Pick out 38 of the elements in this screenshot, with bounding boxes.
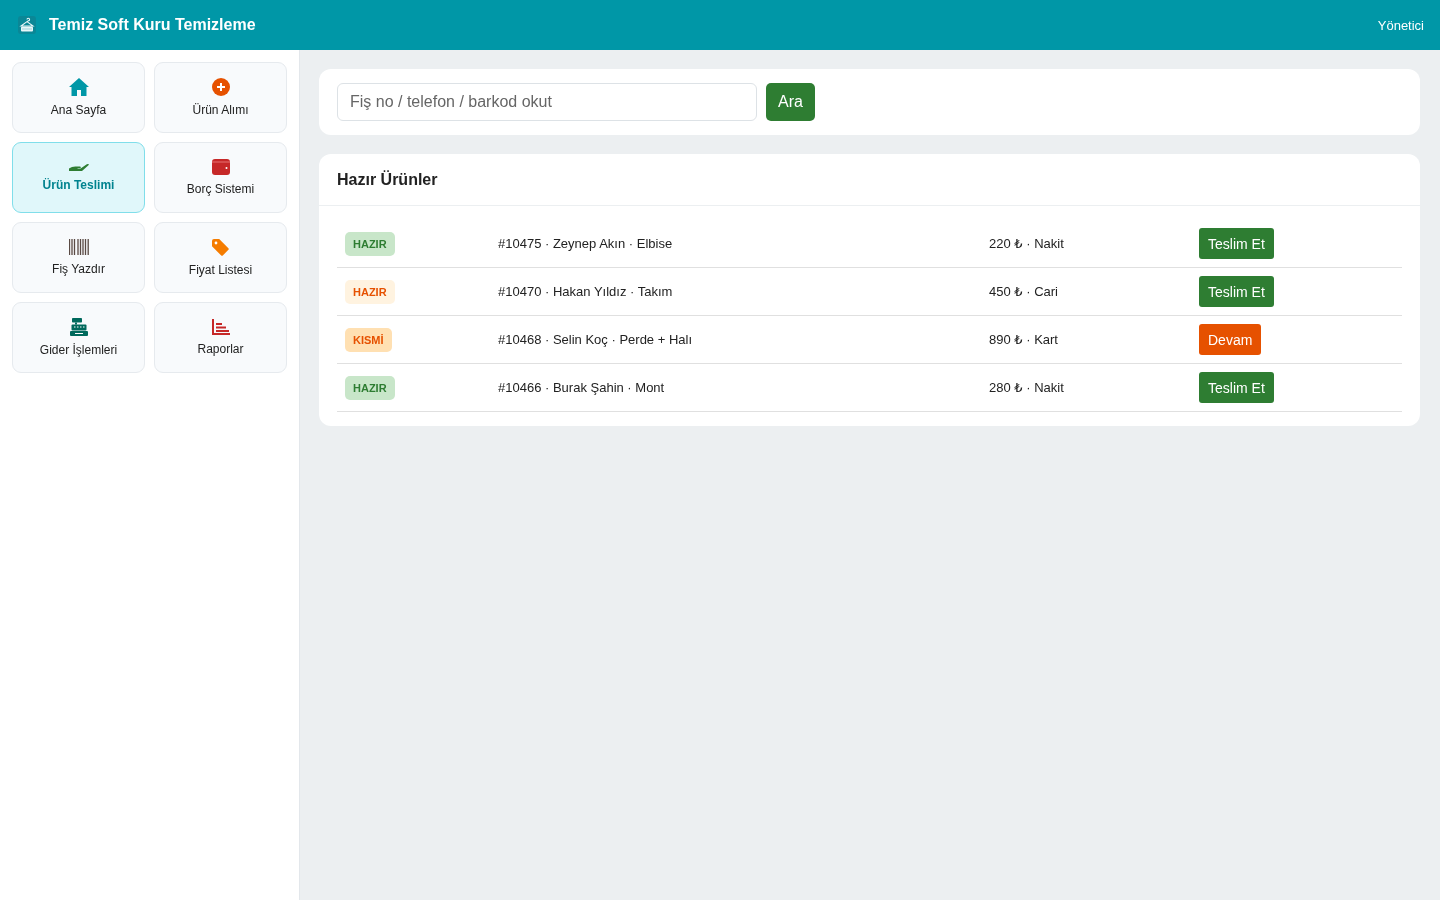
nav-tile[interactable]: Ürün Teslimi xyxy=(12,142,145,213)
status-badge: HAZIR xyxy=(345,375,395,400)
order-summary: #10470 · Hakan Yıldız · Takım xyxy=(498,284,673,299)
payment-info: 890 ₺ · Kart xyxy=(989,332,1058,347)
nav-tile[interactable]: Ürün Alımı xyxy=(154,62,287,133)
cash-register-icon xyxy=(69,318,88,336)
payment-info: 280 ₺ · Nakit xyxy=(989,380,1064,395)
status-badge: KISMİ xyxy=(345,327,392,352)
hanger-icon xyxy=(18,16,36,34)
nav-tile[interactable]: Fiyat Listesi xyxy=(154,222,287,293)
order-summary: #10475 · Zeynep Akın · Elbise xyxy=(498,236,673,251)
deliver-button[interactable]: Teslim Et xyxy=(1199,228,1274,259)
user-name: Yönetici xyxy=(1377,17,1424,33)
tag-icon xyxy=(212,238,229,256)
nav-tile[interactable]: Borç Sistemi xyxy=(154,142,287,213)
deliver-button[interactable]: Teslim Et xyxy=(1199,372,1274,403)
bar-chart-icon xyxy=(211,319,230,335)
status-badge: HAZIR xyxy=(345,279,395,304)
plus-circle-icon xyxy=(211,78,230,96)
barcode-icon xyxy=(68,239,89,255)
app-title: Temiz Soft Kuru Temizleme xyxy=(49,16,256,34)
order-summary: #10468 · Selin Koç · Perde + Halı xyxy=(498,332,693,347)
nav-tile[interactable]: Gider İşlemleri xyxy=(12,302,145,373)
deliver-button[interactable]: Teslim Et xyxy=(1199,276,1274,307)
nav-tile[interactable]: Raporlar xyxy=(154,302,287,373)
search-field[interactable]: Fiş no / telefon / barkod okut xyxy=(337,83,757,121)
wallet-icon xyxy=(211,159,230,175)
payment-info: 220 ₺ · Nakit xyxy=(989,236,1064,251)
payment-info: 450 ₺ · Cari xyxy=(989,284,1058,299)
status-badge: HAZIR xyxy=(345,231,395,256)
home-icon xyxy=(68,78,89,96)
order-summary: #10466 · Burak Şahin · Mont xyxy=(498,380,665,395)
continue-button[interactable]: Devam xyxy=(1199,324,1262,355)
card-title: Hazır Ürünler xyxy=(337,170,438,189)
nav-tile[interactable]: Fiş Yazdır xyxy=(12,222,145,293)
search-button[interactable]: Ara xyxy=(766,83,815,121)
nav-tile[interactable]: Ana Sayfa xyxy=(12,62,145,133)
hand-icon xyxy=(68,163,89,171)
